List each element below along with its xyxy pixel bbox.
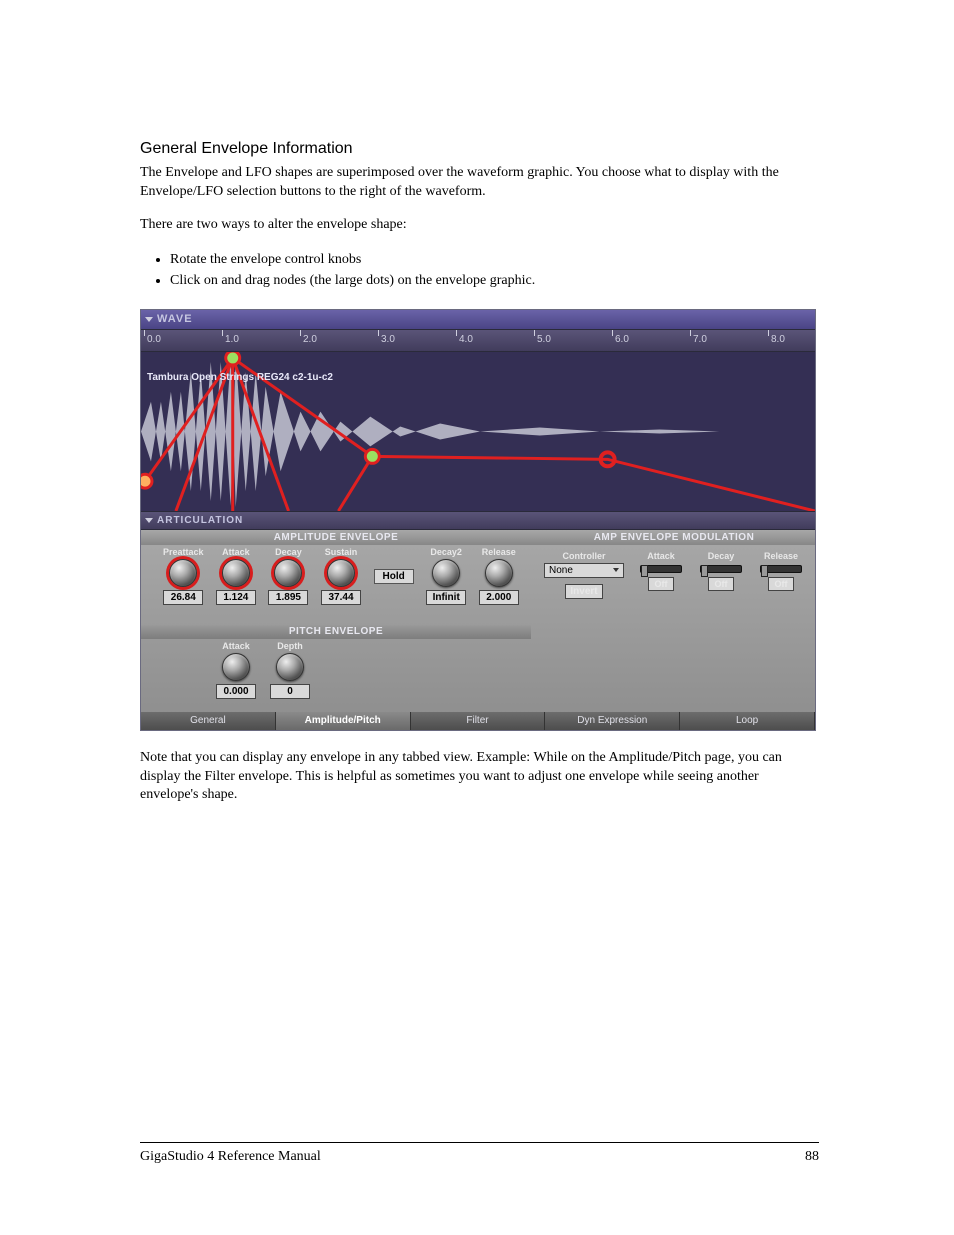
envelope-node[interactable] xyxy=(365,449,379,463)
release-value[interactable]: 2.000 xyxy=(479,590,519,605)
controller-label: Controller xyxy=(544,551,624,561)
decay-value[interactable]: 1.895 xyxy=(268,590,308,605)
invert-button[interactable]: Invert xyxy=(565,584,602,599)
articulation-panel-header[interactable]: ARTICULATION xyxy=(141,512,815,530)
tab-loop[interactable]: Loop xyxy=(680,712,815,730)
page-footer: GigaStudio 4 Reference Manual 88 xyxy=(140,1142,819,1165)
waveform-display[interactable]: Tambura Open Strings REG24 c2-1u-c2 xyxy=(141,352,815,512)
knob-label: Depth xyxy=(265,641,315,651)
footer-doc-title: GigaStudio 4 Reference Manual xyxy=(140,1149,321,1165)
pitch-attack-knob[interactable] xyxy=(222,653,250,681)
ruler-tick: 7.0 xyxy=(693,334,707,345)
tab-filter[interactable]: Filter xyxy=(411,712,546,730)
pitch-depth-knob-col: Depth 0 xyxy=(265,641,315,699)
knob-label: Release xyxy=(474,547,523,557)
release-knob[interactable] xyxy=(485,559,513,587)
envelope-node[interactable] xyxy=(226,352,240,365)
attack-knob[interactable] xyxy=(222,559,250,587)
knob-label: Preattack xyxy=(159,547,208,557)
tab-general[interactable]: General xyxy=(141,712,276,730)
mod-release-off[interactable]: Off xyxy=(768,577,794,591)
time-ruler[interactable]: 0.0 1.0 2.0 3.0 4.0 5.0 6.0 7.0 8.0 xyxy=(141,330,815,352)
footer-page-number: 88 xyxy=(805,1149,819,1165)
ruler-tick: 3.0 xyxy=(381,334,395,345)
sustain-knob[interactable] xyxy=(327,559,355,587)
wave-panel-label: WAVE xyxy=(157,313,193,325)
list-item: Rotate the envelope control knobs xyxy=(170,249,819,270)
list-item: Click on and drag nodes (the large dots)… xyxy=(170,270,819,291)
envelope-methods-list: Rotate the envelope control knobs Click … xyxy=(170,249,819,291)
ruler-tick: 5.0 xyxy=(537,334,551,345)
para-2: There are two ways to alter the envelope… xyxy=(140,216,819,235)
ruler-tick: 2.0 xyxy=(303,334,317,345)
pitch-envelope-section: PITCH ENVELOPE Attack 0.000 Depth 0 xyxy=(141,624,531,699)
knob-label: Attack xyxy=(211,641,261,651)
sustain-knob-col: Sustain 37.44 xyxy=(317,547,366,605)
section-heading: General Envelope Information xyxy=(140,140,819,158)
gigastudio-screenshot: WAVE 0.0 1.0 2.0 3.0 4.0 5.0 6.0 7.0 8.0… xyxy=(140,309,816,731)
articulation-panel-label: ARTICULATION xyxy=(157,515,243,526)
pitch-depth-value[interactable]: 0 xyxy=(270,684,310,699)
amp-envelope-modulation-section: AMP ENVELOPE MODULATION Controller None … xyxy=(531,530,816,599)
controller-dropdown[interactable]: None xyxy=(544,563,624,578)
waveform-name-label: Tambura Open Strings REG24 c2-1u-c2 xyxy=(147,372,333,383)
controller-dropdown-value: None xyxy=(549,565,573,576)
amplitude-envelope-section: AMPLITUDE ENVELOPE Preattack 26.84 Attac… xyxy=(141,530,531,605)
hold-col: Hold xyxy=(369,547,418,584)
decay-knob[interactable] xyxy=(274,559,302,587)
mod-attack-slider[interactable] xyxy=(640,565,682,573)
mod-decay-off[interactable]: Off xyxy=(708,577,734,591)
mod-decay-slider[interactable] xyxy=(700,565,742,573)
knob-label: Attack xyxy=(212,547,261,557)
ruler-tick: 0.0 xyxy=(147,334,161,345)
ruler-tick: 1.0 xyxy=(225,334,239,345)
preattack-value[interactable]: 26.84 xyxy=(163,590,203,605)
mod-release-slider[interactable] xyxy=(760,565,802,573)
mod-attack-off[interactable]: Off xyxy=(648,577,674,591)
decay2-value[interactable]: Infinit xyxy=(426,590,466,605)
articulation-tabs: General Amplitude/Pitch Filter Dyn Expre… xyxy=(141,712,815,730)
chevron-down-icon xyxy=(613,568,619,572)
knob-label: Decay2 xyxy=(422,547,471,557)
attack-knob-col: Attack 1.124 xyxy=(212,547,261,605)
para-1: The Envelope and LFO shapes are superimp… xyxy=(140,164,819,202)
attack-value[interactable]: 1.124 xyxy=(216,590,256,605)
preattack-knob[interactable] xyxy=(169,559,197,587)
preattack-knob-col: Preattack 26.84 xyxy=(159,547,208,605)
wave-panel-header[interactable]: WAVE xyxy=(141,310,815,330)
sustain-value[interactable]: 37.44 xyxy=(321,590,361,605)
pitch-attack-knob-col: Attack 0.000 xyxy=(211,641,261,699)
knob-label: Sustain xyxy=(317,547,366,557)
mod-col-label: Release xyxy=(758,551,804,561)
mod-col-label: Decay xyxy=(698,551,744,561)
pitch-attack-value[interactable]: 0.000 xyxy=(216,684,256,699)
release-knob-col: Release 2.000 xyxy=(474,547,523,605)
mod-col-label: Attack xyxy=(638,551,684,561)
modulation-title: AMP ENVELOPE MODULATION xyxy=(531,530,816,545)
amplitude-envelope-title: AMPLITUDE ENVELOPE xyxy=(141,530,531,545)
envelope-node[interactable] xyxy=(141,474,152,488)
knob-label: Decay xyxy=(264,547,313,557)
ruler-tick: 8.0 xyxy=(771,334,785,345)
empty-panel xyxy=(531,624,816,710)
pitch-depth-knob[interactable] xyxy=(276,653,304,681)
collapse-triangle-icon[interactable] xyxy=(145,518,153,523)
ruler-tick: 4.0 xyxy=(459,334,473,345)
hold-button[interactable]: Hold xyxy=(374,569,414,584)
decay-knob-col: Decay 1.895 xyxy=(264,547,313,605)
para-3: Note that you can display any envelope i… xyxy=(140,749,819,806)
tab-dyn-expression[interactable]: Dyn Expression xyxy=(545,712,680,730)
collapse-triangle-icon[interactable] xyxy=(145,317,153,322)
tab-amplitude-pitch[interactable]: Amplitude/Pitch xyxy=(276,712,411,730)
pitch-envelope-title: PITCH ENVELOPE xyxy=(141,624,531,639)
ruler-tick: 6.0 xyxy=(615,334,629,345)
articulation-controls: AMPLITUDE ENVELOPE Preattack 26.84 Attac… xyxy=(141,530,815,730)
decay2-knob-col: Decay2 Infinit xyxy=(422,547,471,605)
decay2-knob[interactable] xyxy=(432,559,460,587)
